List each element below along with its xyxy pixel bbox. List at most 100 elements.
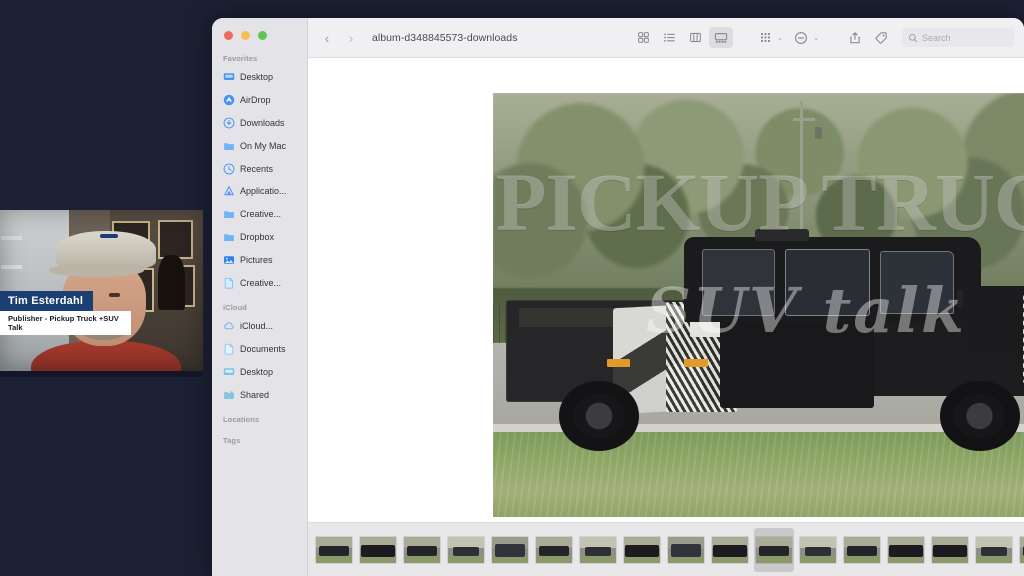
thumbnail[interactable] [316, 536, 352, 563]
tag-icon[interactable] [869, 27, 893, 48]
sidebar-item-on-my-mac[interactable]: On My Mac [212, 134, 307, 157]
minimize-button[interactable] [241, 31, 250, 40]
cap-logo [99, 233, 118, 239]
sidebar-scroll[interactable]: Favorites Desktop AirDrop Downloads On M… [212, 18, 307, 448]
thumbnail[interactable] [756, 536, 792, 563]
pictures-icon [223, 254, 235, 266]
filmstrip-item[interactable] [490, 528, 530, 572]
zoom-button[interactable] [258, 31, 267, 40]
thumbnail[interactable] [712, 536, 748, 563]
finder-window: Favorites Desktop AirDrop Downloads On M… [212, 18, 1024, 576]
filmstrip[interactable] [308, 522, 1024, 576]
thumbnail[interactable] [932, 536, 968, 563]
filmstrip-item[interactable] [930, 528, 970, 572]
sidebar-item-downloads[interactable]: Downloads [212, 112, 307, 135]
sidebar-item-documents[interactable]: Documents [212, 338, 307, 361]
search-input[interactable]: Search [922, 33, 951, 43]
sidebar-item-label: Creative... [240, 277, 282, 288]
view-switcher [630, 27, 734, 48]
thumbnail[interactable] [448, 536, 484, 563]
thumbnail[interactable] [580, 536, 616, 563]
search-field[interactable]: Search [902, 28, 1014, 47]
filmstrip-item[interactable] [534, 528, 574, 572]
speaker-name: Tim Esterdahl [0, 291, 94, 311]
action-menu-icon[interactable] [789, 27, 813, 48]
icon-view-button[interactable] [631, 27, 655, 48]
thumbnail[interactable] [492, 536, 528, 563]
thumbnail[interactable] [844, 536, 880, 563]
sidebar-item-creative-2[interactable]: Creative... [212, 271, 307, 294]
truck-rear-wheel [559, 381, 640, 451]
thumbnail[interactable] [536, 536, 572, 563]
truck-rear-window [701, 249, 776, 317]
sidebar-section-icloud: iCloud [223, 302, 247, 312]
group-by-icon[interactable] [753, 27, 777, 48]
back-button[interactable]: ‹ [316, 27, 338, 49]
sidebar-item-label: Desktop [240, 72, 274, 83]
lower-third-nametag: Tim Esterdahl Publisher - Pickup Truck +… [0, 291, 131, 335]
folder-icon [223, 208, 235, 220]
filmstrip-item[interactable] [314, 528, 354, 572]
filmstrip-item[interactable] [622, 528, 662, 572]
action-menu-control[interactable]: ⌄ [788, 27, 824, 48]
sidebar-item-label: Pictures [240, 254, 273, 265]
sidebar-item-icloud-desktop[interactable]: Desktop [212, 361, 307, 384]
sidebar-item-desktop[interactable]: Desktop [212, 66, 307, 89]
filmstrip-item[interactable] [798, 528, 838, 572]
sidebar-item-shared[interactable]: Shared [212, 383, 307, 406]
desktop-icon [223, 71, 235, 83]
filmstrip-item[interactable] [710, 528, 750, 572]
truck-front-door-window [880, 251, 954, 315]
filmstrip-item[interactable] [666, 528, 706, 572]
clock-icon [223, 163, 235, 175]
thumbnail[interactable] [1020, 536, 1024, 563]
webcam-overlay: Tim Esterdahl Publisher - Pickup Truck +… [0, 210, 203, 371]
chevron-down-icon[interactable]: ⌄ [777, 34, 783, 42]
sidebar-item-label: Applicatio... [240, 186, 287, 197]
thumbnail[interactable] [976, 536, 1012, 563]
folder-icon [223, 140, 235, 152]
navigation-buttons: ‹ › [316, 27, 362, 49]
column-view-button[interactable] [683, 27, 707, 48]
sidebar-item-label: Dropbox [240, 231, 275, 242]
gallery-view-button[interactable] [709, 27, 734, 48]
filmstrip-item[interactable] [842, 528, 882, 572]
thumbnail[interactable] [888, 536, 924, 563]
sidebar-item-dropbox[interactable]: Dropbox [212, 226, 307, 249]
gallery-content: PICKUP TRUCK SUV talk [308, 58, 1024, 522]
photo-grass [493, 432, 1024, 517]
thumbnail[interactable] [800, 536, 836, 563]
desktop-icon [223, 366, 235, 378]
thumbnail[interactable] [404, 536, 440, 563]
sidebar-item-pictures[interactable]: Pictures [212, 248, 307, 271]
filmstrip-item[interactable] [1018, 528, 1024, 572]
filmstrip-item[interactable] [358, 528, 398, 572]
sidebar-item-label: On My Mac [240, 140, 287, 151]
sidebar-item-icloud-drive[interactable]: iCloud... [212, 315, 307, 338]
close-button[interactable] [224, 31, 233, 40]
filmstrip-item[interactable] [974, 528, 1014, 572]
preview-image[interactable]: PICKUP TRUCK SUV talk [493, 93, 1024, 517]
photo-truck [505, 228, 1024, 451]
filmstrip-item[interactable] [886, 528, 926, 572]
sidebar-item-creative-1[interactable]: Creative... [212, 203, 307, 226]
thumbnail[interactable] [360, 536, 396, 563]
filmstrip-item[interactable] [446, 528, 486, 572]
filmstrip-item[interactable] [402, 528, 442, 572]
chevron-down-icon[interactable]: ⌄ [813, 34, 819, 42]
filmstrip-item[interactable] [578, 528, 618, 572]
list-view-button[interactable] [657, 27, 681, 48]
forward-button[interactable]: › [340, 27, 362, 49]
filmstrip-item-selected[interactable] [754, 527, 794, 572]
thumbnail[interactable] [668, 536, 704, 563]
sidebar-item-airdrop[interactable]: AirDrop [212, 89, 307, 112]
document-icon [223, 277, 235, 289]
group-by-control[interactable]: ⌄ [752, 27, 788, 48]
thumbnail[interactable] [624, 536, 660, 563]
sidebar-item-recents[interactable]: Recents [212, 157, 307, 180]
toolbar: ‹ › album-d348845573-downloads ⌄ ⌄ Searc… [308, 18, 1024, 58]
sidebar-item-applications[interactable]: Applicatio... [212, 180, 307, 203]
share-icon[interactable] [843, 27, 867, 48]
document-icon [223, 343, 235, 355]
